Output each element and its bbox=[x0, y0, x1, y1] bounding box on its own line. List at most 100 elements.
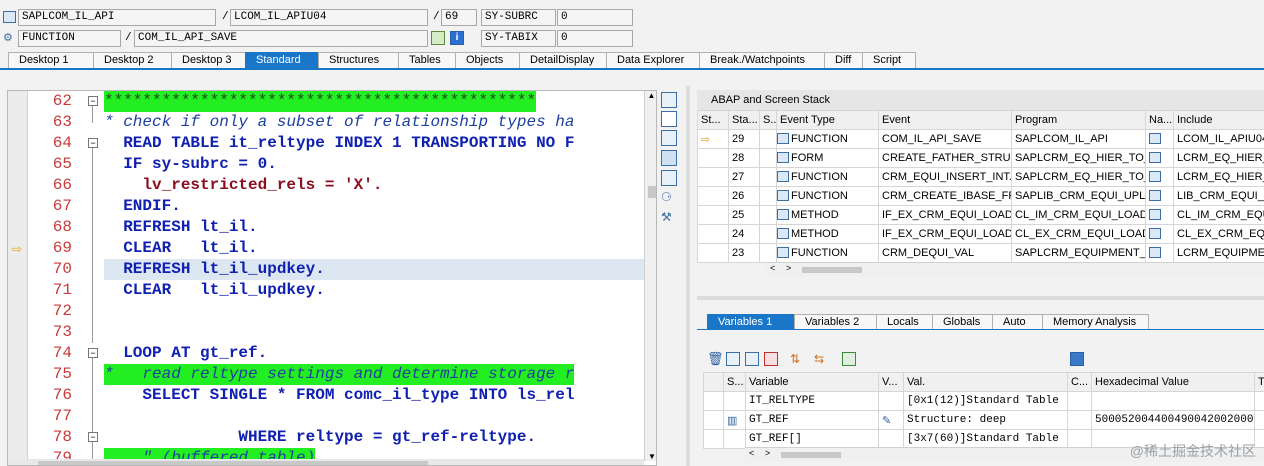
tab-desktop-3[interactable]: Desktop 3 bbox=[171, 52, 246, 69]
splitter[interactable] bbox=[686, 86, 690, 466]
tab-data-explorer[interactable]: Data Explorer bbox=[606, 52, 700, 69]
hscroll-thumb[interactable] bbox=[38, 461, 428, 465]
scroll-thumb[interactable] bbox=[648, 186, 656, 198]
col-header[interactable]: Event Type bbox=[776, 110, 879, 130]
delete-row-icon[interactable] bbox=[764, 352, 778, 366]
table-row[interactable]: ⇨ 29 FUNCTION COM_IL_API_SAVE SAPLCOM_IL… bbox=[697, 129, 1264, 149]
new-page-icon[interactable] bbox=[661, 111, 677, 127]
col-header[interactable]: V... bbox=[878, 372, 904, 392]
tab-desktop-2[interactable]: Desktop 2 bbox=[93, 52, 172, 69]
tab-auto[interactable]: Auto bbox=[992, 314, 1043, 330]
table-row[interactable]: 23 FUNCTION CRM_DEQUI_VAL SAPLCRM_EQUIPM… bbox=[697, 243, 1264, 263]
variable-value[interactable]: [0x1(12)]Standard Table bbox=[903, 391, 1068, 411]
navigate-icon[interactable] bbox=[431, 31, 445, 45]
include-name: CL_EX_CRM_EQU bbox=[1173, 224, 1264, 244]
navigate-icon[interactable] bbox=[1149, 228, 1161, 239]
source-editor[interactable]: − − − − ⇨ 62 ****************************… bbox=[7, 90, 657, 466]
col-header[interactable]: C... bbox=[1067, 372, 1092, 392]
layout-icon[interactable] bbox=[661, 170, 677, 186]
insert-row-icon[interactable] bbox=[745, 352, 759, 366]
variable-value[interactable]: [3x7(60)]Standard Table bbox=[903, 429, 1068, 449]
tab-locals[interactable]: Locals bbox=[876, 314, 933, 330]
col-header[interactable]: Hexadecimal Value bbox=[1091, 372, 1255, 392]
stack-horizontal-scrollbar[interactable]: < > bbox=[766, 262, 1264, 277]
tab-globals[interactable]: Globals bbox=[932, 314, 993, 330]
separator: / bbox=[433, 11, 440, 23]
tab-memory-analysis[interactable]: Memory Analysis bbox=[1042, 314, 1149, 330]
variables-tabs: Variables 1 Variables 2 Locals Globals A… bbox=[707, 314, 1149, 330]
line-field[interactable]: 69 bbox=[441, 9, 477, 26]
navigate-icon[interactable] bbox=[1149, 133, 1161, 144]
splitter[interactable] bbox=[697, 296, 1264, 300]
hscroll-thumb[interactable] bbox=[781, 452, 841, 458]
include-name: LCRM_EQ_HIER_T bbox=[1173, 167, 1264, 187]
navigate-icon[interactable] bbox=[1149, 247, 1161, 258]
col-header[interactable]: Val. bbox=[903, 372, 1068, 392]
tab-variables-1[interactable]: Variables 1 bbox=[707, 314, 795, 330]
scroll-left-icon[interactable]: < bbox=[749, 448, 754, 458]
table-row[interactable]: 26 FUNCTION CRM_CREATE_IBASE_FR... SAPLI… bbox=[697, 186, 1264, 206]
table-row[interactable]: 25 METHOD IF_EX_CRM_EQUI_LOAD... CL_IM_C… bbox=[697, 205, 1264, 225]
transfer-icon[interactable]: ⇆ bbox=[814, 352, 828, 366]
col-header[interactable]: Include bbox=[1173, 110, 1264, 130]
insert-icon[interactable] bbox=[726, 352, 740, 366]
event-name-field[interactable]: COM_IL_API_SAVE bbox=[134, 30, 428, 47]
tools-icon[interactable]: ⚒ bbox=[661, 210, 677, 226]
sort-icon[interactable]: ⇅ bbox=[790, 352, 804, 366]
table-row[interactable]: ▥ GT_REF ✎ Structure: deep 5000520044004… bbox=[703, 410, 1264, 430]
table-row[interactable]: 27 FUNCTION CRM_EQUI_INSERT_INT... SAPLC… bbox=[697, 167, 1264, 187]
hscroll-thumb[interactable] bbox=[802, 267, 862, 273]
scroll-right-icon[interactable]: > bbox=[786, 263, 791, 273]
change-value-icon[interactable]: ✎ bbox=[882, 415, 891, 427]
scroll-right-icon[interactable]: > bbox=[765, 448, 770, 458]
scroll-left-icon[interactable]: < bbox=[770, 263, 775, 273]
include-field[interactable]: LCOM_IL_APIU04 bbox=[230, 9, 428, 26]
col-header[interactable]: Program bbox=[1011, 110, 1146, 130]
table-row[interactable]: 24 METHOD IF_EX_CRM_EQUI_LOAD... CL_EX_C… bbox=[697, 224, 1264, 244]
col-header[interactable]: T bbox=[1254, 372, 1264, 392]
tab-watchpoints[interactable]: Break./Watchpoints bbox=[699, 52, 825, 69]
editor-horizontal-scrollbar[interactable] bbox=[8, 459, 644, 465]
variable-name[interactable]: GT_REF[] bbox=[745, 429, 879, 449]
info-icon[interactable]: i bbox=[450, 31, 464, 45]
col-header[interactable]: St... bbox=[697, 110, 729, 130]
editor-vertical-scrollbar[interactable]: ▲ ▼ bbox=[644, 91, 656, 461]
variable-name[interactable]: GT_REF bbox=[745, 410, 879, 430]
col-header[interactable]: Na... bbox=[1145, 110, 1174, 130]
tab-desktop-1[interactable]: Desktop 1 bbox=[8, 52, 94, 69]
navigate-icon[interactable] bbox=[1149, 152, 1161, 163]
tab-diff[interactable]: Diff bbox=[824, 52, 863, 69]
table-row[interactable]: 28 FORM CREATE_FATHER_STRU... SAPLCRM_EQ… bbox=[697, 148, 1264, 168]
maximize-icon[interactable] bbox=[661, 92, 677, 108]
variable-value[interactable]: Structure: deep bbox=[903, 410, 1068, 430]
table-row[interactable]: IT_RELTYPE [0x1(12)]Standard Table bbox=[703, 391, 1264, 411]
scroll-up-icon[interactable]: ▲ bbox=[645, 91, 656, 100]
zoom-icon[interactable] bbox=[661, 150, 677, 166]
navigate-icon[interactable] bbox=[1149, 209, 1161, 220]
form-icon bbox=[777, 152, 789, 163]
event-type-field[interactable]: FUNCTION bbox=[18, 30, 121, 47]
col-header[interactable]: Sta... bbox=[728, 110, 760, 130]
function-icon bbox=[777, 247, 789, 258]
navigate-icon[interactable] bbox=[1149, 171, 1161, 182]
delete-icon[interactable]: 🗑 bbox=[707, 352, 724, 366]
scroll-down-icon[interactable]: ▼ bbox=[645, 452, 656, 461]
col-header[interactable]: S... bbox=[759, 110, 777, 130]
variable-name[interactable]: IT_RELTYPE bbox=[745, 391, 879, 411]
col-header[interactable]: Variable bbox=[745, 372, 879, 392]
variables-icon[interactable]: ⚆ bbox=[661, 190, 677, 206]
tab-structures[interactable]: Structures bbox=[318, 52, 399, 69]
tab-script[interactable]: Script bbox=[862, 52, 916, 69]
col-header[interactable]: S... bbox=[723, 372, 746, 392]
tab-variables-2[interactable]: Variables 2 bbox=[794, 314, 877, 330]
tab-tables[interactable]: Tables bbox=[398, 52, 456, 69]
tab-objects[interactable]: Objects bbox=[455, 52, 520, 69]
tab-standard[interactable]: Standard bbox=[245, 52, 319, 69]
filter-icon[interactable] bbox=[842, 352, 856, 366]
tab-detaildisplay[interactable]: DetailDisplay bbox=[519, 52, 607, 69]
navigate-icon[interactable] bbox=[1149, 190, 1161, 201]
col-header[interactable]: Event bbox=[878, 110, 1012, 130]
copy-icon[interactable] bbox=[661, 130, 677, 146]
program-field[interactable]: SAPLCOM_IL_API bbox=[18, 9, 216, 26]
save-icon[interactable] bbox=[1070, 352, 1084, 366]
